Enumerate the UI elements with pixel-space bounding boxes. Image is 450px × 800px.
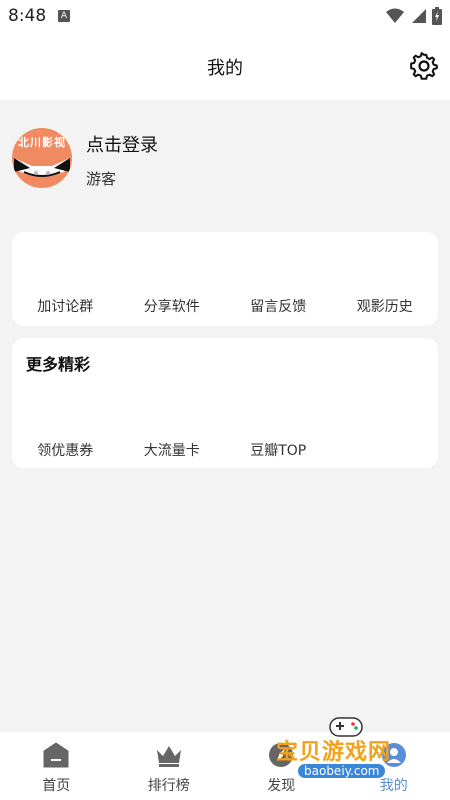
quick-actions-grid: 加讨论群 分享软件 留言反馈 观影历史: [12, 296, 438, 316]
page-title: 我的: [207, 58, 243, 79]
tab-home-label: 首页: [42, 778, 71, 794]
system-icons: [386, 7, 442, 25]
login-link[interactable]: 点击登录: [86, 131, 158, 157]
avatar-face-icon: [14, 158, 70, 177]
a-notification-icon: A: [58, 10, 70, 22]
profile-section[interactable]: 北川影视 点击登录 游客: [12, 128, 432, 190]
user-type-label: 游客: [86, 170, 117, 188]
home-icon: [43, 742, 69, 768]
join-group-button[interactable]: 加讨论群: [12, 296, 119, 316]
tab-ranking-label: 排行榜: [147, 778, 190, 794]
quick-actions-card: 加讨论群 分享软件 留言反馈 观影历史: [12, 232, 438, 326]
coupon-button[interactable]: 领优惠券: [12, 440, 119, 460]
watch-history-button[interactable]: 观影历史: [332, 296, 439, 316]
battery-icon: [432, 7, 442, 25]
section-title: 更多精彩: [26, 355, 91, 374]
crown-icon: [156, 746, 181, 767]
settings-gear-icon[interactable]: [410, 52, 438, 80]
tab-ranking[interactable]: 排行榜: [113, 732, 226, 800]
signal-icon: [412, 9, 426, 23]
title-bar: 我的: [0, 32, 450, 100]
tab-home[interactable]: 首页: [0, 732, 113, 800]
avatar[interactable]: 北川影视: [12, 128, 72, 188]
feedback-button[interactable]: 留言反馈: [225, 296, 332, 316]
status-time: 8:48: [8, 6, 47, 26]
douban-top-button[interactable]: 豆瓣TOP: [225, 440, 332, 460]
share-app-button[interactable]: 分享软件: [119, 296, 226, 316]
wifi-icon: [386, 8, 404, 23]
data-card-button[interactable]: 大流量卡: [119, 440, 226, 460]
more-section-card: 更多精彩 领优惠券 大流量卡 豆瓣TOP: [12, 338, 438, 468]
watermark-url: baobeiy.com: [298, 764, 386, 778]
more-items-grid: 领优惠券 大流量卡 豆瓣TOP: [12, 440, 438, 460]
watermark-text: 宝贝游戏网: [276, 740, 392, 765]
status-bar: 8:48 A: [0, 0, 450, 32]
site-watermark: 宝贝游戏网 baobeiy.com: [268, 712, 444, 792]
